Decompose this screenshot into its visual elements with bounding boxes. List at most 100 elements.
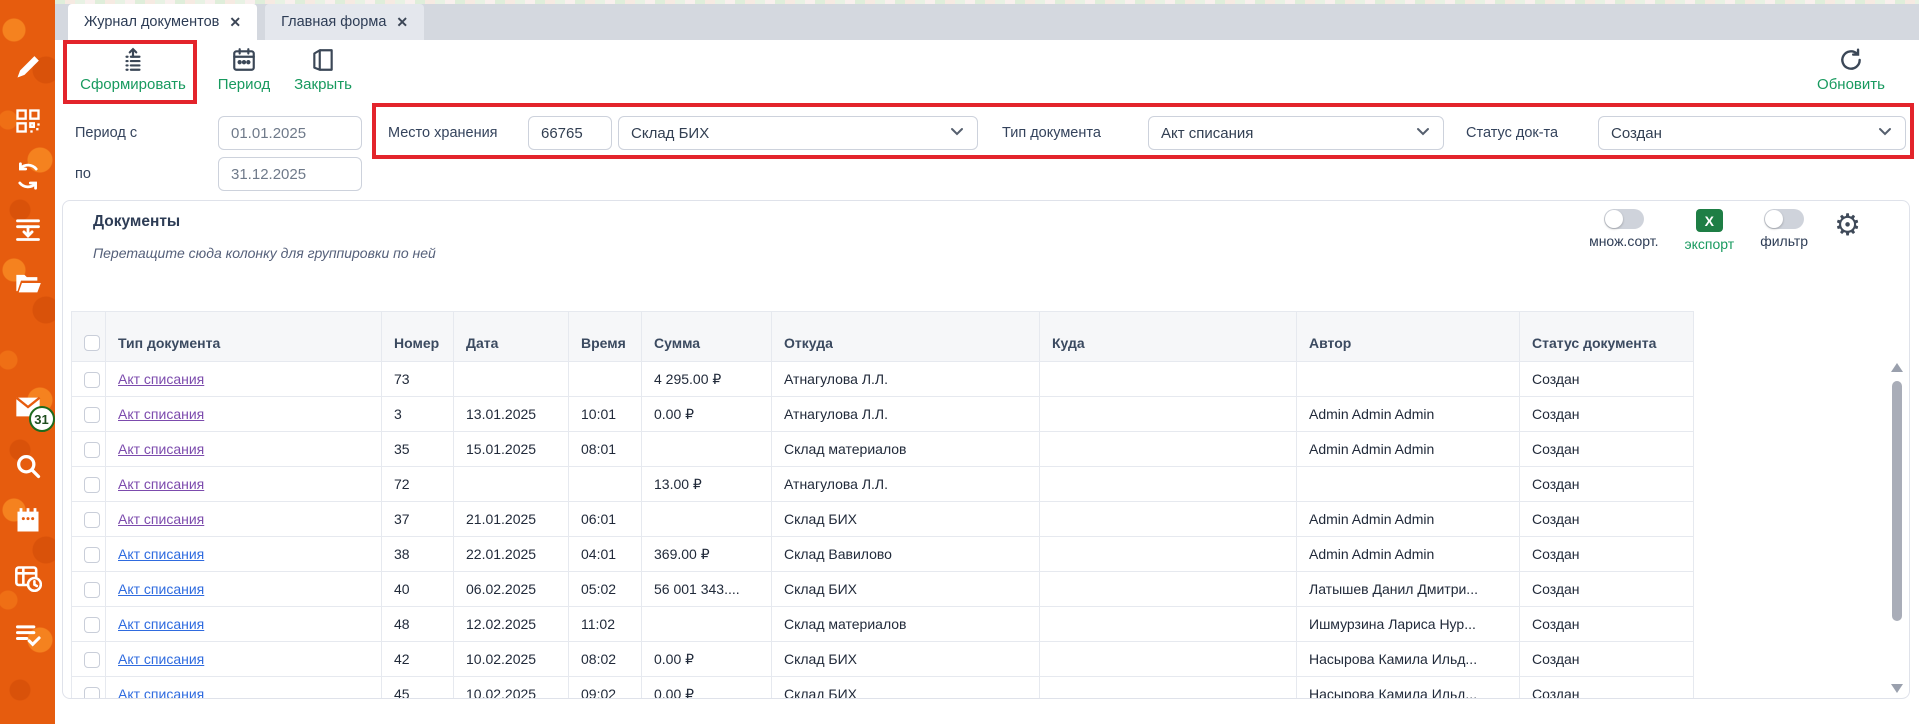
row-checkbox[interactable] (84, 407, 100, 423)
row-checkbox[interactable] (84, 372, 100, 388)
col-from[interactable]: Откуда (772, 312, 1040, 362)
cell-sum: 13.00 ₽ (642, 467, 772, 502)
col-type[interactable]: Тип документа (106, 312, 382, 362)
report-clock-icon[interactable] (13, 563, 43, 593)
cell-to (1040, 607, 1297, 642)
chevron-down-icon (949, 123, 965, 143)
cell-from: Атнагулова Л.Л. (772, 397, 1040, 432)
doc-link[interactable]: Акт списания (118, 581, 204, 597)
gear-icon[interactable]: ⚙ (1834, 211, 1861, 241)
col-number[interactable]: Номер (382, 312, 454, 362)
row-checkbox[interactable] (84, 512, 100, 528)
cell-time: 06:01 (569, 502, 642, 537)
cell-time: 08:01 (569, 432, 642, 467)
close-icon[interactable]: ✕ (396, 14, 408, 31)
col-date[interactable]: Дата (454, 312, 569, 362)
row-checkbox[interactable] (84, 582, 100, 598)
storage-code-input[interactable] (528, 116, 612, 150)
scroll-up-arrow[interactable] (1891, 363, 1903, 372)
generate-report-icon (120, 47, 146, 73)
row-checkbox[interactable] (84, 687, 100, 699)
period-to-input[interactable] (218, 157, 362, 191)
period-button[interactable]: Период (214, 47, 274, 93)
sync-icon[interactable] (13, 161, 43, 191)
cell-to (1040, 642, 1297, 677)
filter-toggle[interactable] (1764, 209, 1804, 229)
export-label: экспорт (1685, 236, 1735, 252)
cell-time-selected[interactable]: 08:02 (569, 642, 642, 677)
print-list-icon[interactable] (13, 214, 43, 244)
close-view-button-label: Закрыть (294, 76, 352, 93)
cell-number: 72 (382, 467, 454, 502)
cell-number: 73 (382, 362, 454, 397)
qr-code-icon[interactable] (13, 106, 43, 136)
status-dropdown[interactable]: Создан (1598, 116, 1906, 150)
cell-number: 40 (382, 572, 454, 607)
doc-link[interactable]: Акт списания (118, 651, 204, 667)
doc-link[interactable]: Акт списания (118, 406, 204, 422)
col-author[interactable]: Автор (1297, 312, 1520, 362)
table-row: Акт списания 73 4 295.00 ₽ Атнагулова Л.… (72, 362, 1694, 397)
cell-date: 21.01.2025 (454, 502, 569, 537)
row-checkbox[interactable] (84, 617, 100, 633)
row-checkbox[interactable] (84, 477, 100, 493)
period-from-input[interactable] (218, 116, 362, 150)
tab-document-journal[interactable]: Журнал документов ✕ (68, 4, 257, 40)
cell-author: Ишмурзина Лариса Нур... (1297, 607, 1520, 642)
col-status[interactable]: Статус документа (1520, 312, 1694, 362)
documents-table: Тип документа Номер Дата Время Сумма Отк… (71, 311, 1694, 699)
doc-type-label: Тип документа (1002, 125, 1101, 141)
row-checkbox[interactable] (84, 547, 100, 563)
search-icon[interactable] (13, 451, 43, 481)
doc-link[interactable]: Акт списания (118, 511, 204, 527)
mail-unread-badge: 31 (29, 406, 55, 432)
scroll-down-arrow[interactable] (1891, 684, 1903, 693)
multisort-toggle[interactable] (1604, 209, 1644, 229)
vertical-scrollbar[interactable] (1890, 363, 1904, 693)
cell-status: Создан (1520, 572, 1694, 607)
pencil-icon[interactable] (13, 52, 43, 82)
tab-label: Главная форма (281, 14, 386, 30)
doc-type-dropdown[interactable]: Акт списания (1148, 116, 1444, 150)
scrollbar-thumb[interactable] (1892, 381, 1902, 621)
doc-link[interactable]: Акт списания (118, 616, 204, 632)
cell-number: 3 (382, 397, 454, 432)
cell-time (569, 467, 642, 502)
cell-from: Атнагулова Л.Л. (772, 467, 1040, 502)
cell-to (1040, 467, 1297, 502)
doc-link[interactable]: Акт списания (118, 441, 204, 457)
cell-from: Склад БИХ (772, 572, 1040, 607)
select-all-checkbox[interactable] (84, 335, 100, 351)
storage-dropdown[interactable]: Склад БИХ (618, 116, 978, 150)
col-to[interactable]: Куда (1040, 312, 1297, 362)
excel-export-icon[interactable]: X (1696, 209, 1723, 232)
open-door-icon (310, 47, 336, 73)
doc-link[interactable]: Акт списания (118, 546, 204, 562)
doc-link[interactable]: Акт списания (118, 371, 204, 387)
col-time[interactable]: Время (569, 312, 642, 362)
row-checkbox[interactable] (84, 652, 100, 668)
status-label: Статус док-та (1466, 125, 1558, 141)
doc-link[interactable]: Акт списания (118, 686, 204, 699)
mail-icon[interactable]: 31 (13, 392, 43, 422)
checklist-icon[interactable] (13, 620, 43, 650)
group-drop-zone[interactable]: Перетащите сюда колонку для группировки … (93, 245, 436, 261)
calendar-icon[interactable] (13, 506, 43, 536)
multisort-label: множ.сорт. (1589, 233, 1658, 249)
folder-open-icon[interactable] (13, 268, 43, 298)
cell-sum: 56 001 343.... (642, 572, 772, 607)
table-row: Акт списания 38 22.01.2025 04:01 369.00 … (72, 537, 1694, 572)
generate-button[interactable]: Сформировать (72, 47, 194, 93)
cell-status: Создан (1520, 362, 1694, 397)
table-row: Акт списания 37 21.01.2025 06:01 Склад Б… (72, 502, 1694, 537)
row-checkbox[interactable] (84, 442, 100, 458)
close-view-button[interactable]: Закрыть (290, 47, 356, 93)
cell-time: 10:01 (569, 397, 642, 432)
refresh-button[interactable]: Обновить (1812, 47, 1890, 93)
doc-link[interactable]: Акт списания (118, 476, 204, 492)
col-sum[interactable]: Сумма (642, 312, 772, 362)
tab-main-form[interactable]: Главная форма ✕ (265, 4, 424, 40)
close-icon[interactable]: ✕ (229, 14, 241, 31)
cell-author (1297, 362, 1520, 397)
refresh-icon (1838, 47, 1864, 73)
